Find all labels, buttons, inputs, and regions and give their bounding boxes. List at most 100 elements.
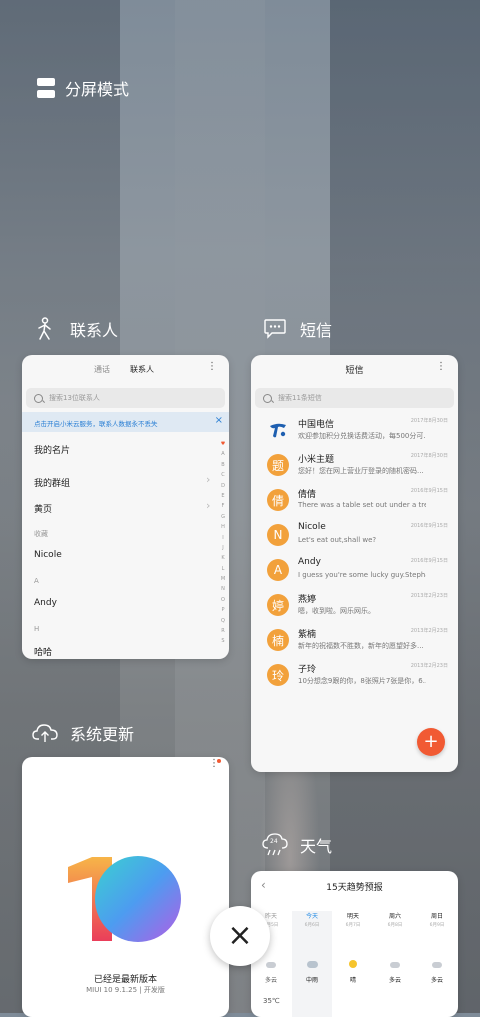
message-preview: 嗯，收到啦。网乐网乐。 xyxy=(298,607,375,615)
message-preview: I guess you're some lucky guy.Stepha... xyxy=(298,571,426,579)
message-avatar: A xyxy=(267,559,289,581)
messages-search-input[interactable]: 搜索11条短信 xyxy=(255,388,454,408)
tab-contacts[interactable]: 联系人 xyxy=(130,364,154,375)
rain-cloud-icon xyxy=(307,961,318,968)
alphabet-letter[interactable]: N xyxy=(219,584,227,594)
message-sender: 燕婷 xyxy=(298,595,317,605)
alphabet-letter[interactable]: S xyxy=(219,636,227,646)
contacts-app-card[interactable]: 通话 联系人 ⋮ 搜索13位联系人 点击开启小米云服务，联系人数据永不丢失 × … xyxy=(22,355,229,659)
section-h: H xyxy=(34,625,40,633)
message-preview: 欢迎参加积分兑换话费活动，每500分可... xyxy=(298,432,426,440)
messages-search-placeholder: 搜索11条短信 xyxy=(278,394,322,402)
message-preview: 10分想念9跟的你，8张照片7张是你，6... xyxy=(298,677,426,685)
alphabet-letter[interactable]: O xyxy=(219,595,227,605)
alphabet-letter[interactable]: D xyxy=(219,481,227,491)
forecast-weather: 多云 xyxy=(388,977,401,984)
message-thread[interactable]: 倩 倩倩 There was a table set out under a t… xyxy=(267,484,448,519)
close-icon: × xyxy=(227,918,253,953)
contacts-app-title: 联系人 xyxy=(32,316,118,342)
alphabet-letter[interactable]: L xyxy=(219,564,227,574)
forecast-weather: 多云 xyxy=(264,977,277,984)
updater-app-title: 系统更新 xyxy=(32,720,134,746)
message-thread[interactable]: 婷 燕婷 嗯，收到啦。网乐网乐。 2013年2月23日 xyxy=(267,589,448,624)
contacts-row-yellow-pages[interactable]: 黄页 xyxy=(34,502,52,515)
message-avatar: N xyxy=(267,524,289,546)
forecast-weather: 晴 xyxy=(349,977,356,984)
message-sender: 小米主题 xyxy=(298,455,335,465)
forecast-weather: 多云 xyxy=(430,977,443,984)
update-status: 已经是最新版本 xyxy=(93,975,157,985)
cloud-banner[interactable]: 点击开启小米云服务，联系人数据永不丢失 × xyxy=(22,412,229,432)
alphabet-letter[interactable]: E xyxy=(219,491,227,501)
message-date: 2017年8月30日 xyxy=(410,453,448,459)
message-sender: Andy xyxy=(298,557,321,567)
close-all-button[interactable]: × xyxy=(210,906,270,966)
forecast-day-name: 周日 xyxy=(430,913,443,920)
section-a: A xyxy=(34,577,39,585)
alphabet-letter[interactable]: H xyxy=(219,522,227,532)
message-preview: There was a table set out under a tree..… xyxy=(298,501,426,509)
tab-calls[interactable]: 通话 xyxy=(94,364,110,375)
message-thread[interactable]: A Andy I guess you're some lucky guy.Ste… xyxy=(267,554,448,589)
message-avatar: 婷 xyxy=(267,594,289,616)
message-thread[interactable]: N Nicole Let's eat out,shall we? 2016年9月… xyxy=(267,519,448,554)
message-avatar: 倩 xyxy=(267,489,289,511)
weather-app-title: 24 天气 xyxy=(262,832,332,858)
alphabet-letter[interactable]: C xyxy=(219,470,227,480)
alphabet-letter[interactable]: Q xyxy=(219,616,227,626)
message-thread[interactable]: 中国电信 欢迎参加积分兑换话费活动，每500分可... 2017年8月30日 xyxy=(267,414,448,449)
alphabet-letter[interactable]: K xyxy=(219,553,227,563)
alphabet-letter[interactable]: I xyxy=(219,533,227,543)
forecast-date: 6月8日 xyxy=(387,923,403,928)
telecom-logo-icon xyxy=(267,419,289,441)
forecast-date: 6月9日 xyxy=(429,923,445,928)
contacts-row-nicole[interactable]: Nicole xyxy=(34,550,62,560)
new-message-button[interactable]: + xyxy=(417,728,445,756)
message-date: 2016年9月15日 xyxy=(410,523,448,529)
weather-header-title: 15天趋势预报 xyxy=(326,883,383,893)
contacts-row-my-groups[interactable]: 我的群组 xyxy=(34,476,70,489)
message-bubble-icon xyxy=(262,316,288,342)
alphabet-index[interactable]: ♥ A B C D E F G H I J K L M N O P Q R S xyxy=(219,439,227,647)
contacts-search-input[interactable]: 搜索13位联系人 xyxy=(26,388,225,408)
alphabet-letter[interactable]: A xyxy=(219,449,227,459)
message-thread[interactable]: 玲 子玲 10分想念9跟的你，8张照片7张是你，6... 2013年2月23日 xyxy=(267,659,448,694)
close-icon[interactable]: × xyxy=(215,415,223,426)
contacts-row-andy[interactable]: Andy xyxy=(34,598,57,608)
message-thread[interactable]: 题 小米主题 您好！您在网上营业厅登录的随机密码... 2017年8月30日 xyxy=(267,449,448,484)
miui-version: MIUI 10 9.1.25 | 开发版 xyxy=(86,986,165,994)
messages-app-card[interactable]: 短信 ⋮ 搜索11条短信 中国电信 欢迎参加积分兑换话费活动，每500分可...… xyxy=(251,355,458,772)
weather-app-card[interactable]: ‹ 15天趋势预报 昨天 6月5日 今天 6月6日 明天 6月7日 周六 6月8… xyxy=(251,871,458,1017)
more-menu-icon[interactable]: ⋮ xyxy=(207,362,217,372)
message-date: 2013年2月23日 xyxy=(410,628,448,634)
message-date: 2013年2月23日 xyxy=(410,663,448,669)
alphabet-letter[interactable]: M xyxy=(219,574,227,584)
alphabet-letter[interactable]: G xyxy=(219,512,227,522)
partly-cloudy-icon xyxy=(390,962,400,968)
forecast-date: 6月7日 xyxy=(345,923,361,928)
forecast-day[interactable]: 明天 6月7日 xyxy=(333,911,373,928)
message-thread[interactable]: 楠 紫楠 新年的祝福数不胜数，新年的愿望好多... 2013年2月23日 xyxy=(267,624,448,659)
alphabet-letter[interactable]: F xyxy=(219,501,227,511)
message-sender: 紫楠 xyxy=(298,630,317,640)
alphabet-letter[interactable]: R xyxy=(219,626,227,636)
message-avatar: 玲 xyxy=(267,664,289,686)
split-screen-icon xyxy=(36,78,56,98)
split-screen-button[interactable]: 分屏模式 xyxy=(36,76,129,100)
message-date: 2016年9月15日 xyxy=(410,488,448,494)
forecast-day-name: 明天 xyxy=(346,913,359,920)
forecast-day[interactable]: 周六 6月8日 xyxy=(375,911,415,928)
messages-header-title: 短信 xyxy=(345,366,364,376)
contacts-row-my-card[interactable]: 我的名片 xyxy=(34,443,70,456)
alphabet-letter[interactable]: ♥ xyxy=(219,439,227,449)
message-sender: 倩倩 xyxy=(298,490,317,500)
forecast-day[interactable]: 周日 6月9日 xyxy=(417,911,457,928)
alphabet-letter[interactable]: P xyxy=(219,605,227,615)
updater-app-card[interactable]: ⋮ 已经是最新版本 MIUI 10 9.1.25 | 开发版 xyxy=(22,757,229,1017)
alphabet-letter[interactable]: B xyxy=(219,460,227,470)
alphabet-letter[interactable]: J xyxy=(219,543,227,553)
more-menu-icon[interactable]: ⋮ xyxy=(436,362,446,372)
contacts-row-haha[interactable]: 哈哈 xyxy=(34,645,52,658)
messages-app-label: 短信 xyxy=(300,321,333,340)
search-icon xyxy=(34,393,43,403)
